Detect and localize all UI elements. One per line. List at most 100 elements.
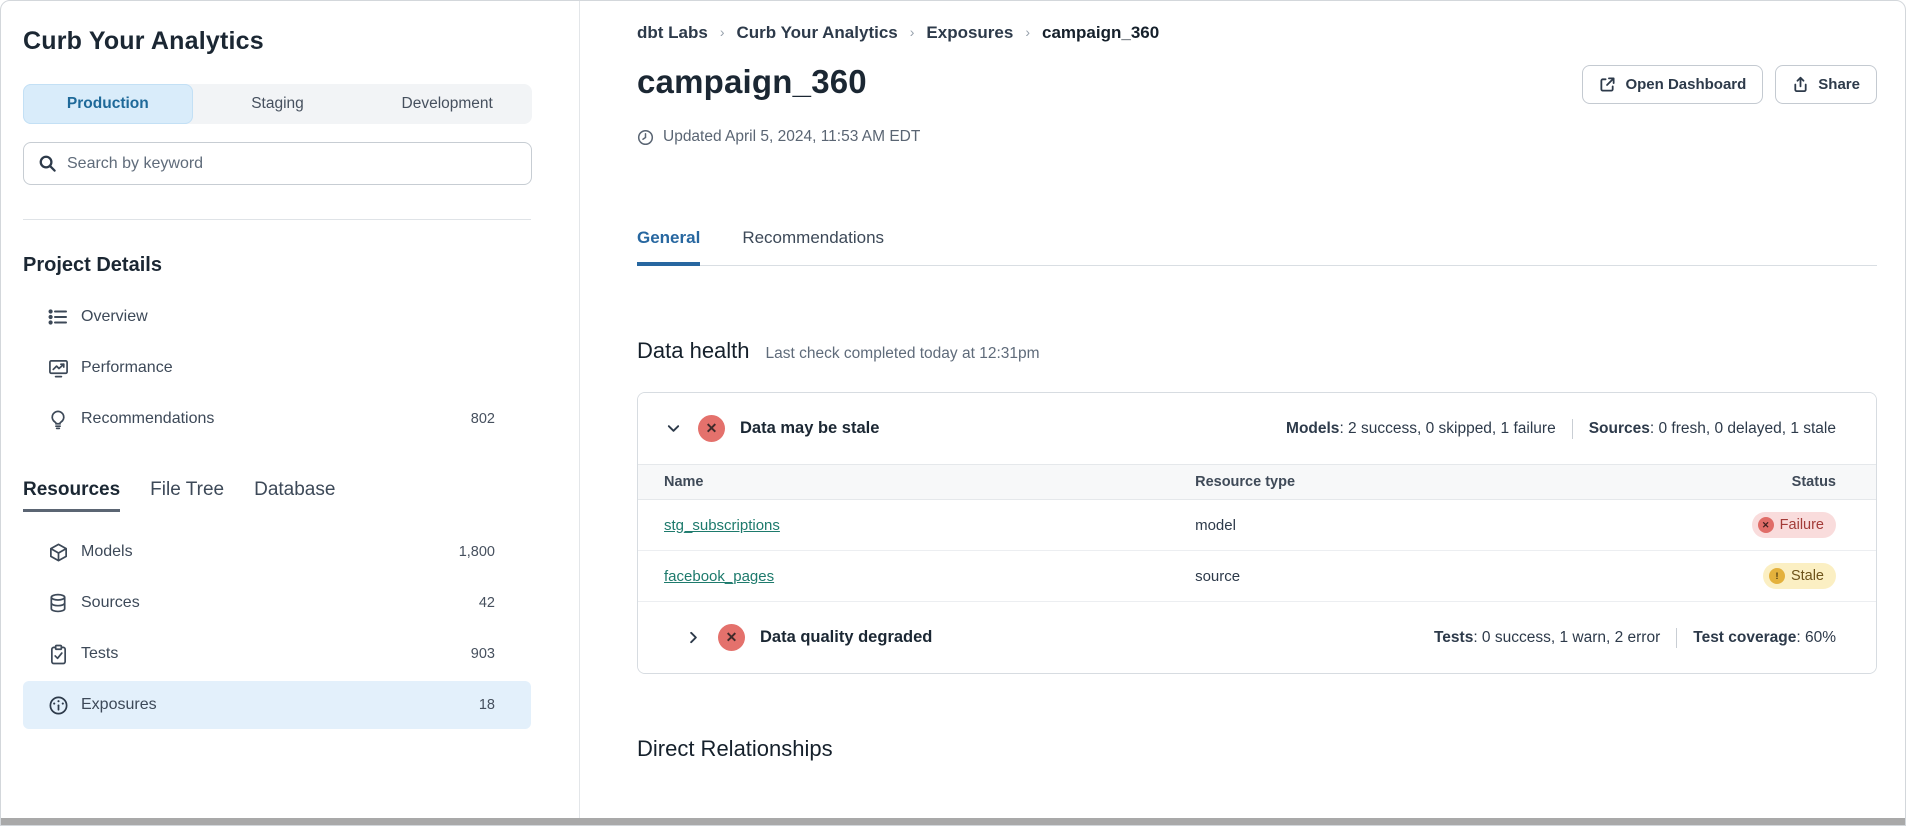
sidebar-item-tests[interactable]: Tests 903: [23, 630, 531, 678]
list-icon: [47, 306, 69, 328]
tab-database[interactable]: Database: [254, 479, 335, 512]
sidebar-item-sources[interactable]: Sources 42: [23, 579, 531, 627]
sidebar-item-label: Overview: [81, 308, 148, 326]
updated-timestamp: Updated April 5, 2024, 11:53 AM EDT: [637, 128, 1877, 146]
tests-stat-value: : 0 success, 1 warn, 2 error: [1473, 629, 1660, 646]
sidebar-search[interactable]: [23, 142, 532, 185]
resource-link[interactable]: stg_subscriptions: [664, 517, 780, 534]
search-input[interactable]: [67, 155, 517, 173]
status-label: Stale: [1791, 568, 1824, 584]
project-title: Curb Your Analytics: [23, 27, 531, 56]
sidebar-item-label: Exposures: [81, 696, 157, 714]
direct-relationships-heading: Direct Relationships: [637, 736, 1877, 762]
tab-resources[interactable]: Resources: [23, 479, 120, 512]
sidebar-divider: [23, 219, 531, 220]
environment-switcher: Production Staging Development: [23, 84, 532, 124]
clipboard-check-icon: [47, 643, 69, 665]
column-header-status: Status: [1653, 465, 1876, 500]
main-content: dbt Labs › Curb Your Analytics › Exposur…: [580, 1, 1905, 825]
external-link-icon: [1599, 76, 1616, 93]
project-details-heading: Project Details: [23, 254, 531, 277]
share-icon: [1792, 76, 1809, 93]
tab-recommendations[interactable]: Recommendations: [742, 228, 884, 266]
resource-type: model: [1195, 500, 1653, 551]
status-label: Failure: [1780, 517, 1824, 533]
stale-panel-stats: Models: 2 success, 0 skipped, 1 failure …: [1286, 419, 1836, 439]
coverage-stat-label: Test coverage: [1693, 629, 1796, 646]
sidebar-item-performance[interactable]: Performance: [23, 344, 531, 392]
status-badge: ✕ Failure: [1752, 512, 1836, 538]
open-dashboard-label: Open Dashboard: [1625, 76, 1746, 93]
data-health-heading-row: Data health Last check completed today a…: [637, 338, 1877, 364]
failure-icon: ✕: [1758, 517, 1774, 533]
sidebar-item-recommendations[interactable]: Recommendations 802: [23, 395, 531, 443]
sidebar-item-exposures[interactable]: Exposures 18: [23, 681, 531, 729]
sidebar-item-label: Models: [81, 543, 133, 561]
breadcrumb-project[interactable]: Curb Your Analytics: [737, 23, 898, 43]
models-stat-value: : 2 success, 0 skipped, 1 failure: [1339, 420, 1555, 437]
sidebar: Curb Your Analytics Production Staging D…: [1, 1, 580, 825]
sidebar-item-count: 42: [479, 595, 495, 611]
breadcrumb-separator: ›: [910, 24, 915, 40]
breadcrumb-exposures[interactable]: Exposures: [926, 23, 1013, 43]
gauge-icon: [47, 694, 69, 716]
quality-panel-header[interactable]: ✕ Data quality degraded Tests: 0 success…: [638, 602, 1876, 673]
error-status-icon: ✕: [718, 624, 745, 651]
chevron-right-icon: [686, 630, 701, 645]
collapse-button[interactable]: [664, 419, 683, 438]
window-bottom-edge: [1, 818, 1905, 825]
breadcrumb-current: campaign_360: [1042, 23, 1159, 43]
sources-stat-value: : 0 fresh, 0 delayed, 1 stale: [1650, 420, 1836, 437]
share-label: Share: [1818, 76, 1860, 93]
resource-type: source: [1195, 551, 1653, 602]
breadcrumb-separator: ›: [720, 24, 725, 40]
sidebar-item-count: 18: [479, 697, 495, 713]
stats-divider: [1572, 419, 1573, 439]
coverage-stat-value: : 60%: [1796, 629, 1836, 646]
env-tab-staging[interactable]: Staging: [193, 84, 363, 124]
tab-file-tree[interactable]: File Tree: [150, 479, 224, 512]
title-row: campaign_360 Open Dashboard Share: [637, 63, 1877, 104]
stale-panel-title: Data may be stale: [740, 419, 879, 438]
data-health-last-check: Last check completed today at 12:31pm: [766, 345, 1040, 363]
data-health-card: ✕ Data may be stale Models: 2 success, 0…: [637, 392, 1877, 674]
resource-link[interactable]: facebook_pages: [664, 568, 774, 585]
search-icon: [38, 154, 57, 173]
performance-icon: [47, 357, 69, 379]
open-dashboard-button[interactable]: Open Dashboard: [1582, 65, 1763, 104]
action-buttons: Open Dashboard Share: [1582, 65, 1877, 104]
models-stat-label: Models: [1286, 420, 1339, 437]
column-header-type: Resource type: [1195, 465, 1653, 500]
cube-icon: [47, 541, 69, 563]
stale-panel-header[interactable]: ✕ Data may be stale Models: 2 success, 0…: [638, 393, 1876, 464]
chevron-down-icon: [666, 421, 681, 436]
sidebar-item-label: Performance: [81, 359, 173, 377]
sidebar-item-count: 903: [471, 646, 495, 662]
breadcrumb: dbt Labs › Curb Your Analytics › Exposur…: [637, 23, 1877, 43]
data-health-heading: Data health: [637, 338, 750, 364]
sidebar-item-models[interactable]: Models 1,800: [23, 528, 531, 576]
table-row: facebook_pages source ! Stale: [638, 551, 1876, 602]
lightbulb-icon: [47, 408, 69, 430]
database-icon: [47, 592, 69, 614]
env-tab-development[interactable]: Development: [362, 84, 532, 124]
quality-panel-title: Data quality degraded: [760, 628, 932, 647]
sidebar-item-overview[interactable]: Overview: [23, 293, 531, 341]
sidebar-item-label: Recommendations: [81, 410, 214, 428]
error-status-icon: ✕: [698, 415, 725, 442]
page-tabs: General Recommendations: [637, 228, 1877, 266]
share-button[interactable]: Share: [1775, 65, 1877, 104]
clock-icon: [637, 129, 654, 146]
tab-general[interactable]: General: [637, 228, 700, 266]
warning-icon: !: [1769, 568, 1785, 584]
breadcrumb-dbt-labs[interactable]: dbt Labs: [637, 23, 708, 43]
column-header-name: Name: [638, 465, 1195, 500]
sidebar-item-label: Tests: [81, 645, 118, 663]
expand-button[interactable]: [684, 628, 703, 647]
sources-stat-label: Sources: [1589, 420, 1650, 437]
table-header-row: Name Resource type Status: [638, 465, 1876, 500]
sidebar-item-count: 1,800: [459, 544, 495, 560]
table-row: stg_subscriptions model ✕ Failure: [638, 500, 1876, 551]
env-tab-production[interactable]: Production: [23, 84, 193, 124]
resources-nav: Models 1,800 Sources 42 Tests 903: [23, 528, 531, 729]
